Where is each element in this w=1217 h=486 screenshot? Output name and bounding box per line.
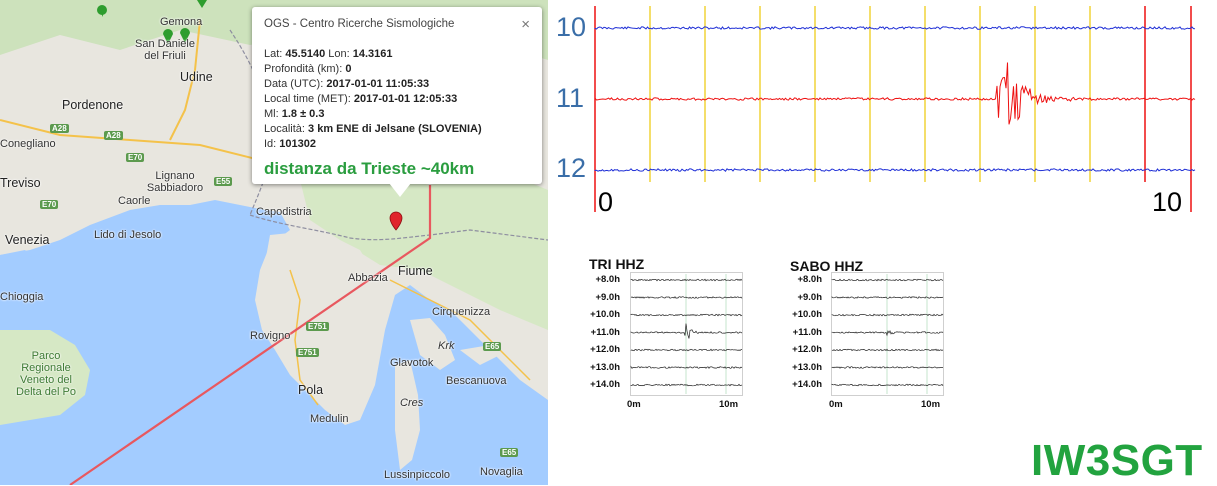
map-label-treviso: Treviso bbox=[0, 176, 41, 190]
map-label-parco: Parco Regionale Veneto del Delta del Po bbox=[16, 350, 76, 398]
mini-trace-row bbox=[630, 278, 743, 282]
map-label-medulin: Medulin bbox=[310, 413, 349, 425]
main-gridlines bbox=[594, 6, 1192, 212]
mini-row-label: +11.0h bbox=[590, 327, 620, 338]
mini-trace-row bbox=[831, 329, 944, 337]
map-label-caorle: Caorle bbox=[118, 195, 151, 207]
popup-row-location: Località: 3 km ENE di Jelsane (SLOVENIA) bbox=[264, 123, 482, 135]
road-shield: E751 bbox=[306, 322, 329, 331]
road-shield: E65 bbox=[483, 342, 502, 351]
map-label-san-daniele: San Daniele del Friuli bbox=[135, 38, 195, 62]
mini-row-label: +8.0h bbox=[797, 274, 822, 285]
mini-trace-row bbox=[831, 383, 944, 387]
map-label-chioggia: Chioggia bbox=[0, 291, 44, 303]
road-shield: A28 bbox=[50, 124, 69, 133]
mini-trace-row bbox=[630, 383, 743, 387]
map-label-pordenone: Pordenone bbox=[62, 98, 124, 112]
road-shield: E70 bbox=[40, 200, 59, 209]
road-shield: E55 bbox=[214, 177, 233, 186]
mini-row-label: +13.0h bbox=[590, 362, 620, 373]
road-shield: E65 bbox=[500, 448, 519, 457]
mini-x-label: 10m bbox=[719, 399, 739, 410]
event-info-popup: OGS - Centro Ricerche Sismologiche × Lat… bbox=[252, 7, 542, 184]
popup-title: OGS - Centro Ricerche Sismologiche bbox=[264, 18, 455, 30]
popup-row-utc: Data (UTC): 2017-01-01 11:05:33 bbox=[264, 78, 430, 90]
distance-note: distanza da Trieste ~40km bbox=[264, 159, 475, 178]
mini-row-label: +13.0h bbox=[792, 362, 822, 373]
map-label-krk: Krk bbox=[438, 340, 455, 352]
road-shield: E751 bbox=[296, 348, 319, 357]
mini-trace-row bbox=[831, 366, 944, 369]
mini-seismogram-tri bbox=[630, 272, 743, 396]
map-label-novaglia: Novaglia bbox=[480, 466, 523, 478]
mini-x-label: 0m bbox=[829, 399, 843, 410]
mini-title-tri: TRI HHZ bbox=[589, 256, 645, 272]
row-label-12: 12 bbox=[556, 153, 586, 183]
x-label-start: 0 bbox=[598, 187, 613, 217]
map-label-fiume: Fiume bbox=[398, 264, 433, 278]
map-panel[interactable]: Gemona San Daniele del Friuli Udine Pord… bbox=[0, 0, 548, 485]
popup-body: Lat: 45.5140 Lon: 14.3161 Profondità (km… bbox=[264, 47, 482, 152]
popup-tail bbox=[389, 183, 411, 197]
mini-row-label: +8.0h bbox=[595, 274, 620, 285]
trace-row-12 bbox=[594, 168, 1196, 172]
mini-x-label: 10m bbox=[921, 399, 941, 410]
popup-row-depth: Profondità (km): 0 bbox=[264, 63, 352, 75]
mini-trace-row bbox=[831, 313, 944, 317]
brand-callsign: IW3SGT bbox=[1031, 436, 1203, 485]
map-label-gemona: Gemona bbox=[160, 16, 203, 28]
map-label-bescanuova: Bescanuova bbox=[446, 375, 507, 387]
mini-row-label: +12.0h bbox=[792, 344, 822, 355]
mini-row-label: +14.0h bbox=[590, 379, 620, 390]
map-label-abbazia: Abbazia bbox=[348, 272, 388, 284]
mini-x-label: 0m bbox=[627, 399, 641, 410]
mini-row-label: +10.0h bbox=[590, 309, 620, 320]
mini-trace-row bbox=[630, 296, 743, 299]
map-label-cirquenizza: Cirquenizza bbox=[432, 306, 491, 318]
map-label-glavotok: Glavotok bbox=[390, 357, 434, 369]
map-label-lignano: Lignano Sabbiadoro bbox=[146, 170, 204, 194]
mini-trace-row bbox=[831, 296, 944, 299]
map-label-capodistria: Capodistria bbox=[256, 206, 312, 218]
map-label-venezia: Venezia bbox=[5, 233, 50, 247]
popup-row-ml: Ml: 1.8 ± 0.3 bbox=[264, 108, 325, 120]
map-label-lussinpiccolo: Lussinpiccolo bbox=[384, 469, 451, 481]
close-icon[interactable]: × bbox=[521, 16, 530, 33]
map-label-lido-jesolo: Lido di Jesolo bbox=[94, 229, 162, 241]
popup-row-latlon: Lat: 45.5140 Lon: 14.3161 bbox=[264, 48, 393, 60]
road-shield: E70 bbox=[126, 153, 145, 162]
row-label-11: 11 bbox=[556, 83, 584, 113]
map-label-pola: Pola bbox=[298, 383, 324, 397]
map-label-cres: Cres bbox=[400, 397, 424, 409]
mini-trace-row bbox=[831, 278, 944, 282]
mini-row-label: +12.0h bbox=[590, 344, 620, 355]
map-label-udine: Udine bbox=[180, 70, 213, 84]
mini-trace-row bbox=[831, 348, 944, 352]
trace-row-11 bbox=[594, 62, 1196, 125]
row-label-10: 10 bbox=[556, 12, 586, 42]
mini-trace-row bbox=[630, 348, 742, 352]
popup-row-local: Local time (MET): 2017-01-01 12:05:33 bbox=[264, 93, 458, 105]
mini-row-label: +10.0h bbox=[792, 309, 822, 320]
mini-row-label: +14.0h bbox=[792, 379, 822, 390]
mini-row-label: +9.0h bbox=[797, 292, 822, 303]
mini-trace-row bbox=[630, 365, 743, 369]
trace-row-10 bbox=[594, 25, 1196, 31]
road-shield: A28 bbox=[104, 131, 123, 140]
main-seismogram: 10 11 12 0 10 bbox=[556, 6, 1196, 217]
mini-row-label: +11.0h bbox=[792, 327, 822, 338]
x-label-end: 10 bbox=[1152, 187, 1182, 217]
mini-trace-row bbox=[630, 323, 743, 339]
mini-trace-row bbox=[630, 313, 743, 317]
map-label-rovigno: Rovigno bbox=[250, 330, 291, 342]
mini-row-label: +9.0h bbox=[595, 292, 620, 303]
map-label-conegliano: Conegliano bbox=[0, 138, 56, 150]
popup-row-id: Id: 101302 bbox=[264, 138, 317, 150]
mini-seismogram-sabo bbox=[831, 272, 944, 396]
